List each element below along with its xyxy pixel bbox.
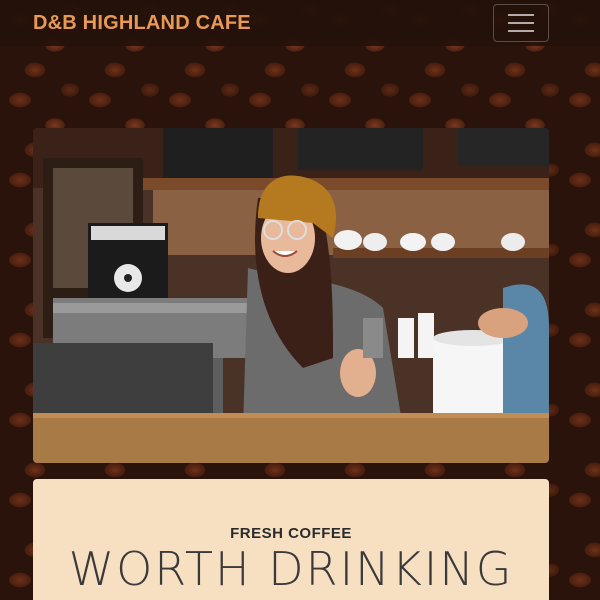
- hamburger-menu-icon: [508, 14, 534, 16]
- hamburger-menu-icon: [508, 22, 534, 24]
- hero-image: [33, 128, 549, 463]
- brand-link[interactable]: D&B HIGHLAND CAFE: [33, 12, 251, 35]
- navbar-toggle-button[interactable]: [493, 4, 549, 42]
- navbar: D&B HIGHLAND CAFE: [0, 0, 600, 46]
- intro-subheading: FRESH COFFEE: [230, 525, 352, 542]
- intro-card: FRESH COFFEE WORTH DRINKING: [33, 479, 549, 600]
- hamburger-menu-icon: [508, 30, 534, 32]
- intro-heading: WORTH DRINKING: [68, 542, 514, 596]
